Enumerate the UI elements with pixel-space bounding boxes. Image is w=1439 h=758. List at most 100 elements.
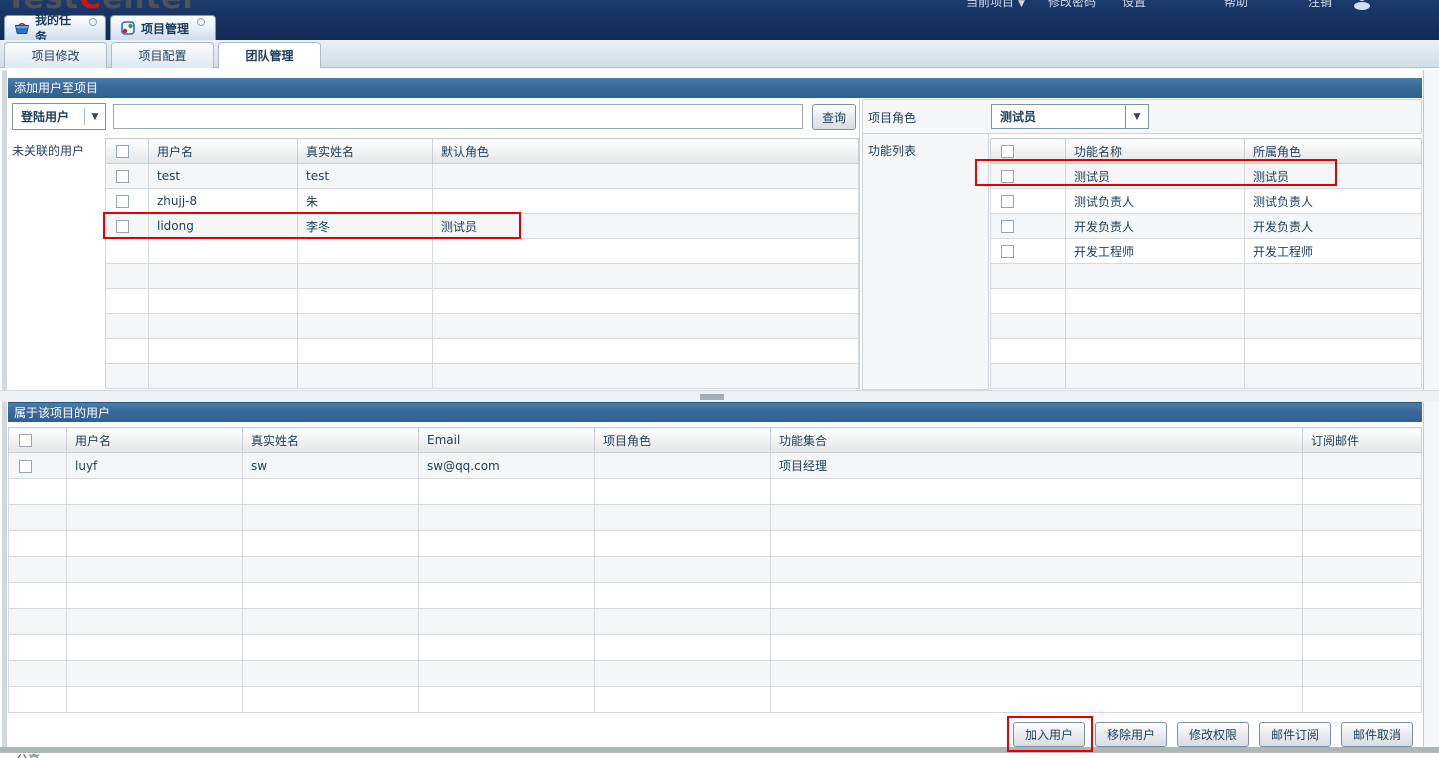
add-user-button[interactable]: 加入用户 <box>1013 722 1085 747</box>
table-cell: 测试负责人 <box>1066 189 1245 214</box>
checkbox[interactable] <box>19 460 32 473</box>
empty-cell <box>991 314 1066 339</box>
empty-cell <box>771 609 1303 635</box>
chevron-down-icon: ▼ <box>1018 0 1025 9</box>
tab-dot-icon[interactable] <box>197 18 205 26</box>
tab-team-management[interactable]: 团队管理 <box>218 42 321 69</box>
empty-cell <box>1303 557 1422 583</box>
function-list-label: 功能列表 <box>868 142 916 159</box>
table-cell: 开发工程师 <box>1066 239 1245 264</box>
empty-row <box>106 239 859 264</box>
checkbox[interactable] <box>116 220 129 233</box>
checkbox[interactable] <box>116 145 129 158</box>
column-header: 用户名 <box>67 428 243 453</box>
checkbox[interactable] <box>1001 145 1014 158</box>
unlinked-users-label: 未关联的用户 <box>12 142 84 159</box>
user-search-input[interactable] <box>113 104 803 129</box>
top-nav-item-help[interactable]: 帮助 <box>1224 0 1248 10</box>
checkbox[interactable] <box>116 195 129 208</box>
empty-cell <box>1303 687 1422 713</box>
empty-cell <box>67 635 243 661</box>
mail-subscribe-button[interactable]: 邮件订阅 <box>1259 722 1331 747</box>
column-header: 真实姓名 <box>298 139 433 164</box>
top-nav-item-project[interactable]: 当前项目▼ <box>966 0 1025 10</box>
table-cell <box>595 453 771 479</box>
logo-accent: C <box>79 0 102 16</box>
checkbox[interactable] <box>116 170 129 183</box>
user-icon[interactable] <box>1352 0 1372 13</box>
table-row[interactable]: lidong李冬测试员 <box>106 214 859 239</box>
empty-cell <box>298 314 433 339</box>
chevron-down-icon: ▼ <box>85 112 105 122</box>
empty-cell <box>298 364 433 389</box>
horizontal-splitter[interactable] <box>0 390 1439 402</box>
empty-cell <box>149 364 298 389</box>
project-role-dropdown[interactable]: 测试员 ▼ <box>991 104 1149 129</box>
empty-cell <box>1066 364 1245 389</box>
empty-cell <box>991 289 1066 314</box>
modify-permission-button[interactable]: 修改权限 <box>1177 722 1249 747</box>
checkbox[interactable] <box>1001 195 1014 208</box>
checkbox[interactable] <box>1001 170 1014 183</box>
splitter-grip-icon <box>700 394 724 400</box>
table-cell: 测试员 <box>1066 164 1245 189</box>
empty-row <box>9 557 1422 583</box>
tab-project-config[interactable]: 项目配置 <box>111 42 214 68</box>
mail-cancel-button[interactable]: 邮件取消 <box>1341 722 1413 747</box>
checkbox[interactable] <box>19 434 32 447</box>
login-user-filter-dropdown[interactable]: 登陆用户 ▼ <box>12 103 106 130</box>
table-row[interactable]: luyfswsw@qq.com项目经理 <box>9 453 1422 479</box>
table-row[interactable]: 开发负责人开发负责人 <box>991 214 1422 239</box>
table-row[interactable]: zhujj-8朱 <box>106 189 859 214</box>
empty-row <box>9 661 1422 687</box>
empty-cell <box>67 479 243 505</box>
empty-row <box>991 364 1422 389</box>
table-cell: luyf <box>67 453 243 479</box>
column-header: 真实姓名 <box>243 428 419 453</box>
query-button[interactable]: 查询 <box>812 104 856 130</box>
empty-cell <box>1303 609 1422 635</box>
empty-cell <box>1245 314 1422 339</box>
table-row[interactable]: 测试员测试员 <box>991 164 1422 189</box>
empty-cell <box>9 635 67 661</box>
empty-cell <box>771 531 1303 557</box>
table-row[interactable]: 测试负责人测试负责人 <box>991 189 1422 214</box>
empty-row <box>991 339 1422 364</box>
window-tab-project-management[interactable]: 项目管理 <box>110 15 216 40</box>
empty-cell <box>243 505 419 531</box>
window-tab-label: 项目管理 <box>141 20 189 37</box>
section-title-add-users: 添加用户至项目 <box>8 78 1422 98</box>
empty-row <box>9 479 1422 505</box>
right-gutter <box>1423 70 1439 747</box>
content-area: 添加用户至项目 登陆用户 ▼ 查询 未关联的用户 用户名真实姓名默认角色test… <box>0 68 1439 758</box>
empty-cell <box>433 289 859 314</box>
empty-cell <box>595 661 771 687</box>
table-row[interactable]: testtest <box>106 164 859 189</box>
empty-cell <box>106 339 149 364</box>
top-nav-item-settings[interactable]: 设置 <box>1122 0 1146 10</box>
empty-cell <box>771 661 1303 687</box>
table-row[interactable]: 开发工程师开发工程师 <box>991 239 1422 264</box>
empty-cell <box>243 531 419 557</box>
top-nav-item-logout[interactable]: 注销 <box>1308 0 1332 10</box>
window-tab-my-tasks[interactable]: 我的任务 <box>4 15 106 40</box>
table-cell: test <box>149 164 298 189</box>
empty-cell <box>243 583 419 609</box>
empty-cell <box>595 531 771 557</box>
remove-user-button[interactable]: 移除用户 <box>1095 722 1167 747</box>
sub-tab-bar: 项目修改 项目配置 团队管理 <box>0 40 1439 68</box>
tab-dot-icon[interactable] <box>89 18 97 26</box>
top-bar: TestCenter 当前项目▼ 修改密码 设置 帮助 注销 我的任务 项目管理 <box>0 0 1439 40</box>
empty-cell <box>419 505 595 531</box>
empty-cell <box>106 264 149 289</box>
empty-cell <box>1066 289 1245 314</box>
empty-cell <box>595 479 771 505</box>
checkbox[interactable] <box>1001 220 1014 233</box>
checkbox[interactable] <box>1001 245 1014 258</box>
tab-project-modify[interactable]: 项目修改 <box>4 42 107 68</box>
empty-cell <box>67 609 243 635</box>
empty-cell <box>433 339 859 364</box>
empty-row <box>106 339 859 364</box>
empty-cell <box>1066 264 1245 289</box>
top-nav-item-password[interactable]: 修改密码 <box>1048 0 1096 10</box>
